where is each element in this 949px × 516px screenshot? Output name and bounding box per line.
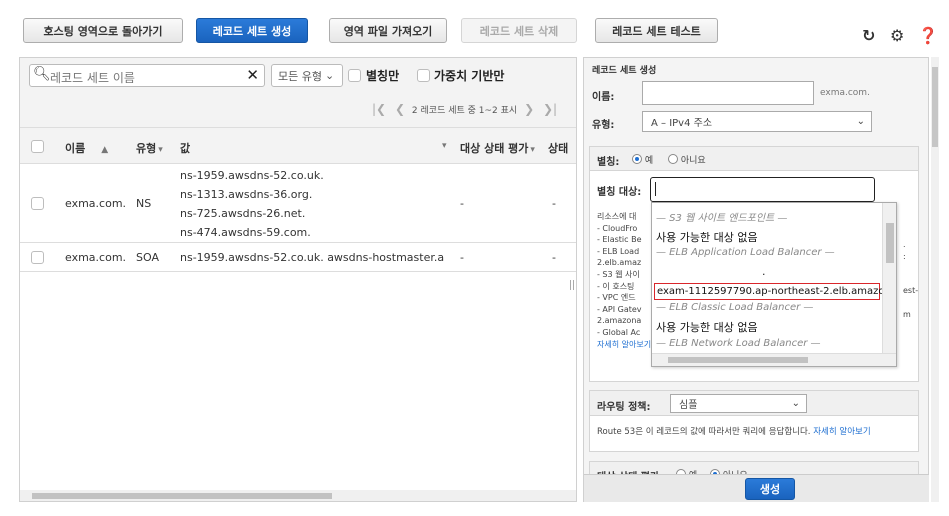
record-health: - — [460, 197, 464, 210]
refresh-icon[interactable]: ↻ — [862, 26, 875, 45]
row-checkbox[interactable] — [31, 251, 44, 264]
weighted-only-checkbox[interactable] — [417, 69, 430, 82]
record-status: - — [552, 197, 556, 210]
dropdown-group-header: — ELB Classic Load Balancer — — [656, 302, 814, 313]
routing-header: 라우팅 정책: 심플 ⌄ — [590, 391, 918, 416]
chevron-down-icon: ⌄ — [324, 69, 335, 82]
first-page-icon[interactable]: |❮ — [372, 102, 386, 116]
alias-learn-more-link[interactable]: 자세히 알아보기 — [597, 339, 657, 350]
domain-suffix: exma.com. — [820, 88, 870, 98]
alias-target-label: 별칭 대상: — [597, 187, 642, 198]
dropdown-separator-dot: . — [762, 265, 766, 278]
column-header-name[interactable]: 이름 ▲ — [65, 140, 108, 156]
record-type: SOA — [136, 251, 159, 264]
toolbar: 호스팅 영역으로 돌아가기 레코드 세트 생성 영역 파일 가져오기 레코드 세… — [0, 0, 949, 52]
select-all-checkbox[interactable] — [31, 140, 44, 153]
name-input[interactable] — [642, 81, 814, 105]
record-type: NS — [136, 197, 152, 210]
table-row[interactable]: exma.com. NS ns-1959.awsdns-52.co.uk. ns… — [20, 165, 576, 243]
last-page-icon[interactable]: ❯| — [543, 102, 557, 116]
name-label: 이름: — [592, 92, 615, 103]
dropdown-option-selected[interactable]: exam-1112597790.ap-northeast-2.elb.amazo — [654, 283, 884, 300]
record-value: ns-1959.awsdns-52.co.uk. awsdns-hostmast… — [180, 251, 445, 264]
panel-splitter-handle[interactable] — [570, 280, 574, 290]
alias-target-dropdown[interactable]: — S3 웹 사이트 엔드포인트 — 사용 가능한 대상 없음 — ELB Ap… — [651, 202, 897, 367]
dropdown-group-header: — ELB Application Load Balancer — — [656, 247, 835, 258]
column-header-health[interactable]: 대상 상태 평가 ▾ — [460, 140, 535, 156]
weighted-only-label: 가중치 기반만 — [434, 69, 505, 83]
prev-page-icon[interactable]: ❮ — [395, 102, 405, 116]
dropdown-vertical-scrollbar[interactable] — [882, 203, 896, 355]
alias-header: 별칭: 예 아니요 — [590, 147, 918, 171]
type-select[interactable]: A – IPv4 주소 ⌄ — [642, 111, 872, 132]
routing-description: Route 53은 이 레코드의 값에 따라서만 쿼리에 응답합니다. 자세히 … — [597, 427, 871, 437]
search-icon: 🔍︎ — [33, 66, 51, 82]
type-label: 유형: — [592, 120, 615, 131]
record-name: exma.com. — [65, 251, 127, 264]
alias-no-option[interactable]: 아니요 — [668, 153, 706, 166]
alias-help-text: 리소스에 대 - CloudFro - Elastic Be - ELB Loa… — [597, 212, 642, 337]
dropdown-horizontal-scrollbar[interactable] — [652, 353, 896, 366]
routing-label: 라우팅 정책: — [597, 402, 651, 413]
search-box[interactable]: 🔍︎ 레코드 세트 이름 ✕ — [29, 64, 265, 87]
record-status: - — [552, 251, 556, 264]
alias-help-text-overflow: . : est- m — [903, 240, 919, 319]
pager-text: 2 레코드 세트 중 1~2 표시 — [411, 106, 518, 116]
routing-policy-value: 심플 — [679, 400, 698, 411]
dropdown-option[interactable]: 사용 가능한 대상 없음 — [656, 319, 758, 335]
alias-no-radio[interactable] — [668, 154, 678, 164]
record-set-list-panel: 🔍︎ 레코드 세트 이름 ✕ 모든 유형 ⌄ 별칭만 가중치 기반만 |❮ ❮ … — [19, 57, 577, 502]
dropdown-group-header: — S3 웹 사이트 엔드포인트 — — [656, 213, 788, 224]
panel-title: 레코드 세트 생성 — [592, 66, 657, 76]
create-button[interactable]: 생성 — [745, 478, 795, 500]
pagination: |❮ ❮ 2 레코드 세트 중 1~2 표시 ❯ ❯| — [372, 102, 557, 116]
column-header-type[interactable]: 유형 ▾ — [136, 140, 163, 156]
alias-yes-radio[interactable] — [632, 154, 642, 164]
value-sort-icon[interactable]: ▾ — [442, 141, 447, 151]
alias-only-label: 별칭만 — [366, 69, 400, 83]
row-checkbox[interactable] — [31, 197, 44, 210]
dropdown-group-header: — ELB Network Load Balancer — — [656, 338, 821, 349]
record-name: exma.com. — [65, 197, 127, 210]
gear-icon[interactable]: ⚙ — [890, 26, 904, 45]
type-filter-value: 모든 유형 — [278, 69, 322, 83]
alias-target-input[interactable] — [650, 177, 875, 202]
back-to-hosted-zones-button[interactable]: 호스팅 영역으로 돌아가기 — [23, 18, 183, 43]
alias-yes-option[interactable]: 예 — [632, 153, 653, 166]
alias-only-checkbox[interactable] — [348, 69, 361, 82]
record-values: ns-1959.awsdns-52.co.uk. ns-1313.awsdns-… — [180, 169, 324, 239]
test-record-set-button[interactable]: 레코드 세트 테스트 — [595, 18, 718, 43]
routing-policy-select[interactable]: 심플 ⌄ — [670, 394, 807, 413]
column-header-status[interactable]: 상태 — [548, 140, 568, 156]
table-header: 이름 ▲ 유형 ▾ 값 ▾ 대상 상태 평가 ▾ 상태 — [20, 128, 576, 164]
chevron-down-icon: ⌄ — [791, 398, 800, 409]
panel-vertical-scrollbar[interactable] — [931, 57, 939, 502]
alias-label: 별칭: — [597, 157, 620, 168]
column-header-value[interactable]: 값 — [180, 140, 190, 156]
filter-bar: 🔍︎ 레코드 세트 이름 ✕ 모든 유형 ⌄ 별칭만 가중치 기반만 |❮ ❮ … — [20, 58, 576, 128]
clear-search-icon[interactable]: ✕ — [246, 66, 259, 84]
help-icon[interactable]: ❓ — [918, 26, 938, 45]
dropdown-option[interactable]: 사용 가능한 대상 없음 — [656, 229, 758, 245]
table-row[interactable]: exma.com. SOA ns-1959.awsdns-52.co.uk. a… — [20, 244, 576, 272]
chevron-down-icon: ⌄ — [856, 116, 865, 127]
routing-learn-more-link[interactable]: 자세히 알아보기 — [813, 427, 870, 437]
type-filter-select[interactable]: 모든 유형 ⌄ — [271, 64, 343, 87]
delete-record-set-button[interactable]: 레코드 세트 삭제 — [461, 18, 577, 43]
create-record-set-button[interactable]: 레코드 세트 생성 — [196, 18, 308, 43]
type-select-value: A – IPv4 주소 — [651, 118, 713, 129]
record-health: - — [460, 251, 464, 264]
import-zone-file-button[interactable]: 영역 파일 가져오기 — [329, 18, 447, 43]
horizontal-scrollbar[interactable] — [20, 490, 576, 501]
routing-section: 라우팅 정책: 심플 ⌄ Route 53은 이 레코드의 값에 따라서만 쿼리… — [589, 390, 919, 452]
text-cursor — [655, 182, 656, 196]
search-input[interactable]: 레코드 세트 이름 — [50, 69, 135, 86]
next-page-icon[interactable]: ❯ — [524, 102, 534, 116]
